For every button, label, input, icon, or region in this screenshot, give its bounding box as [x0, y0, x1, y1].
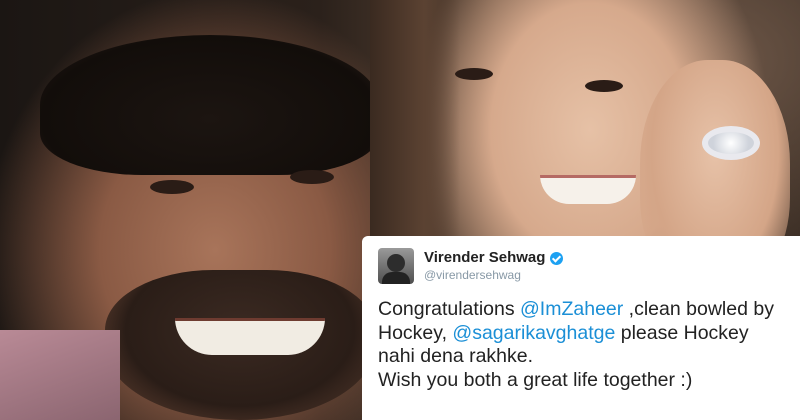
photo-region — [40, 35, 380, 175]
tweet-header: Virender Sehwag @virendersehwag — [378, 248, 786, 284]
avatar-body — [382, 272, 410, 284]
author-name[interactable]: Virender Sehwag — [424, 249, 545, 266]
avatar[interactable] — [378, 248, 414, 284]
tweet-text-segment: Congratulations — [378, 298, 521, 320]
photo-region — [0, 330, 120, 420]
photo-region — [290, 170, 334, 184]
avatar-head — [387, 254, 405, 272]
author-block: Virender Sehwag @virendersehwag — [424, 249, 564, 283]
photo-region — [150, 180, 194, 194]
author-handle[interactable]: @virendersehwag — [424, 268, 563, 283]
mention-link[interactable]: @sagarikavghatge — [452, 322, 615, 344]
photo-region — [540, 175, 636, 204]
tweet-card: Virender Sehwag @virendersehwag Congratu… — [362, 236, 800, 420]
photo-region — [175, 318, 325, 355]
author-name-row: Virender Sehwag — [424, 249, 564, 266]
photo-region — [702, 126, 760, 160]
tweet-text-segment: Wish you both a great life together :) — [378, 368, 693, 391]
photo-region — [455, 68, 493, 80]
photo-region — [585, 80, 623, 92]
verified-badge-icon — [550, 251, 564, 265]
mention-link[interactable]: @ImZaheer — [520, 298, 623, 320]
tweet-text: Congratulations @ImZaheer ,clean bowled … — [378, 298, 786, 392]
